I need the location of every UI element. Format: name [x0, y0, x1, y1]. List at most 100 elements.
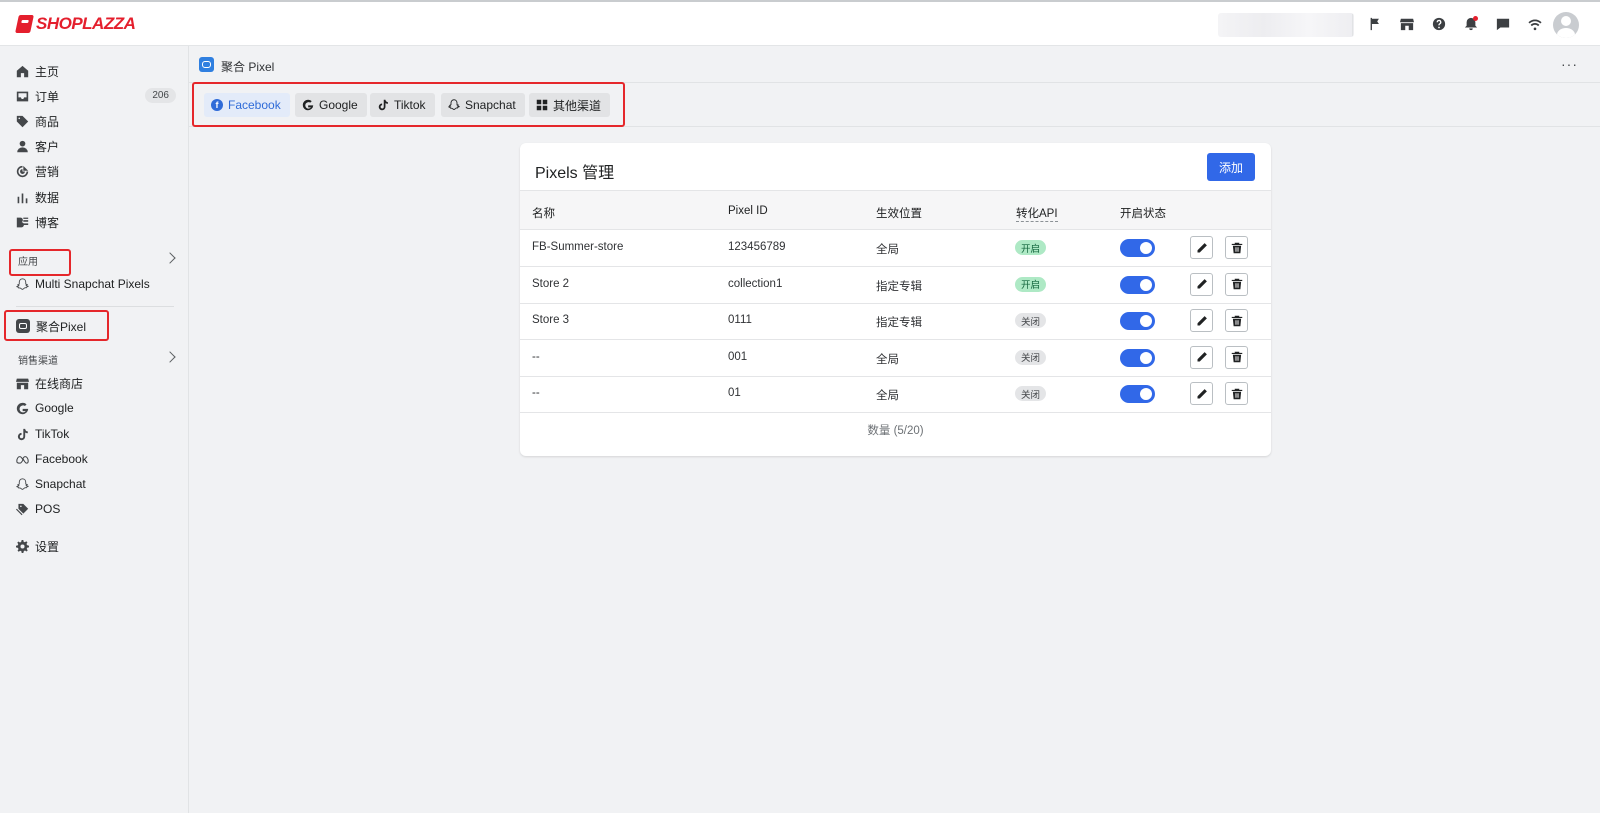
brand-name: SHOPLAZZA [36, 14, 136, 33]
pixel-id: 01 [728, 387, 741, 399]
sidebar-item-settings[interactable]: 设置 [16, 536, 176, 556]
status-toggle[interactable] [1120, 275, 1155, 294]
sidebar-item-customers[interactable]: 客户 [16, 136, 176, 156]
sidebar-item-label: TikTok [35, 427, 70, 441]
shoplazza-logo-mark [15, 15, 34, 33]
orders-count-badge: 206 [145, 88, 176, 103]
snapchat-icon [16, 277, 29, 290]
conversion-api-badge: 关闭 [1015, 313, 1047, 328]
conversion-api-badge: 开启 [1015, 240, 1047, 255]
sidebar-item-marketing[interactable]: 营销 [16, 161, 176, 181]
avatar[interactable] [1553, 12, 1579, 38]
target-icon [16, 165, 29, 177]
inbox-icon [16, 91, 29, 101]
apps-section-label[interactable]: 应用 [18, 253, 38, 268]
bell-icon[interactable] [1460, 13, 1482, 35]
pixel-id: 0111 [728, 314, 752, 326]
edit-button[interactable] [1190, 382, 1213, 405]
help-icon[interactable] [1428, 13, 1450, 35]
sidebar-item-analytics[interactable]: 数据 [16, 187, 176, 207]
status-toggle[interactable] [1120, 239, 1155, 257]
sidebar-item-label: Multi Snapchat Pixels [35, 277, 150, 291]
pixel-id: collection1 [728, 277, 783, 290]
sales-channels-section-label[interactable]: 销售渠道 [18, 352, 58, 367]
sidebar-item-orders[interactable]: 订单 206 [16, 86, 176, 106]
tab-tiktok[interactable]: Tiktok [370, 93, 435, 117]
sidebar-item-multi-snapchat-pixels[interactable]: Multi Snapchat Pixels [16, 274, 176, 294]
edit-button[interactable] [1190, 236, 1213, 259]
tab-snapchat[interactable]: Snapchat [441, 93, 525, 117]
sidebar-item-label: 主页 [35, 64, 60, 79]
pixel-name: -- [532, 350, 540, 363]
delete-button[interactable] [1225, 272, 1248, 296]
conversion-api-badge: 关闭 [1015, 386, 1047, 401]
sidebar-item-label: 商品 [35, 114, 60, 129]
store-icon[interactable] [1396, 13, 1418, 35]
add-pixel-button[interactable]: 添加 [1207, 153, 1255, 181]
notification-dot [1473, 16, 1478, 21]
chat-icon[interactable] [1492, 13, 1514, 35]
pixel-count: 数量 (5/20) [867, 425, 924, 437]
page-header: 聚合 Pixel ··· [189, 46, 1600, 83]
pixel-scope: 全局 [876, 390, 899, 402]
sidebar-item-google[interactable]: Google [16, 398, 176, 418]
delete-button[interactable] [1225, 236, 1248, 259]
wifi-icon[interactable] [1524, 13, 1546, 35]
status-toggle[interactable] [1120, 312, 1155, 330]
sidebar-item-products[interactable]: 商品 [16, 111, 176, 131]
pixel-app-icon [199, 57, 214, 72]
store-name-blurred[interactable] [1218, 13, 1354, 37]
sidebar-item-label: 客户 [35, 139, 60, 154]
delete-button[interactable] [1225, 345, 1248, 369]
tab-google[interactable]: Google [295, 93, 367, 117]
chevron-right-icon[interactable] [164, 252, 176, 264]
sidebar-item-pos[interactable]: POS [16, 499, 176, 519]
home-icon [16, 65, 29, 77]
sidebar-item-snapchat[interactable]: Snapchat [16, 474, 176, 494]
sidebar-item-label: 博客 [35, 215, 60, 230]
sidebar-item-tiktok[interactable]: TikTok [16, 424, 176, 444]
chevron-right-icon[interactable] [164, 351, 176, 363]
pixel-id: 123456789 [728, 241, 786, 253]
edit-button[interactable] [1190, 272, 1213, 296]
column-header-conversion-api[interactable]: 转化API [1016, 205, 1058, 222]
delete-button[interactable] [1225, 382, 1248, 405]
more-actions-icon[interactable]: ··· [1561, 56, 1578, 72]
trash-icon [1231, 315, 1242, 326]
delete-button[interactable] [1225, 309, 1248, 332]
sidebar-item-label: 聚合Pixel [36, 319, 87, 334]
table-row: -- 001 全局 关闭 [520, 340, 1271, 377]
pixel-name: -- [532, 387, 540, 399]
tab-label: Google [319, 98, 358, 112]
table-row: -- 01 全局 关闭 [520, 376, 1271, 413]
sidebar-item-label: 数据 [35, 190, 60, 205]
pixel-id: 001 [728, 350, 748, 363]
tab-label: Snapchat [465, 98, 516, 112]
sidebar-item-blog[interactable]: 博客 [16, 212, 176, 232]
edit-button[interactable] [1190, 309, 1213, 332]
tab-facebook[interactable]: f Facebook [204, 93, 290, 117]
pencil-icon [1197, 242, 1207, 252]
store-icon [16, 378, 29, 389]
sidebar-item-pixel-app[interactable]: 聚合Pixel [16, 316, 176, 336]
google-icon [16, 402, 29, 414]
pixel-scope: 全局 [876, 244, 899, 256]
column-header-status: 开启状态 [1120, 208, 1166, 220]
sidebar-item-label: Snapchat [35, 477, 86, 491]
edit-button[interactable] [1190, 345, 1213, 369]
sidebar: 主页 订单 206 商品 客户 营销 数据 博客 应用 Multi Snapch… [2, 46, 189, 813]
tab-label: Facebook [228, 98, 281, 112]
sidebar-item-home[interactable]: 主页 [16, 61, 176, 81]
tab-other-channels[interactable]: 其他渠道 [529, 93, 611, 117]
sidebar-divider [16, 306, 174, 307]
status-toggle[interactable] [1120, 385, 1155, 403]
sidebar-item-facebook[interactable]: Facebook [16, 449, 176, 469]
pixel-name: FB-Summer-store [532, 241, 624, 253]
trash-icon [1231, 351, 1242, 363]
trash-icon [1231, 242, 1242, 253]
status-toggle[interactable] [1120, 348, 1155, 367]
bar-chart-icon [17, 192, 28, 203]
shoplazza-logo[interactable]: SHOPLAZZA [15, 14, 136, 34]
sidebar-item-online-store[interactable]: 在线商店 [16, 373, 176, 393]
flag-icon[interactable] [1364, 13, 1386, 35]
